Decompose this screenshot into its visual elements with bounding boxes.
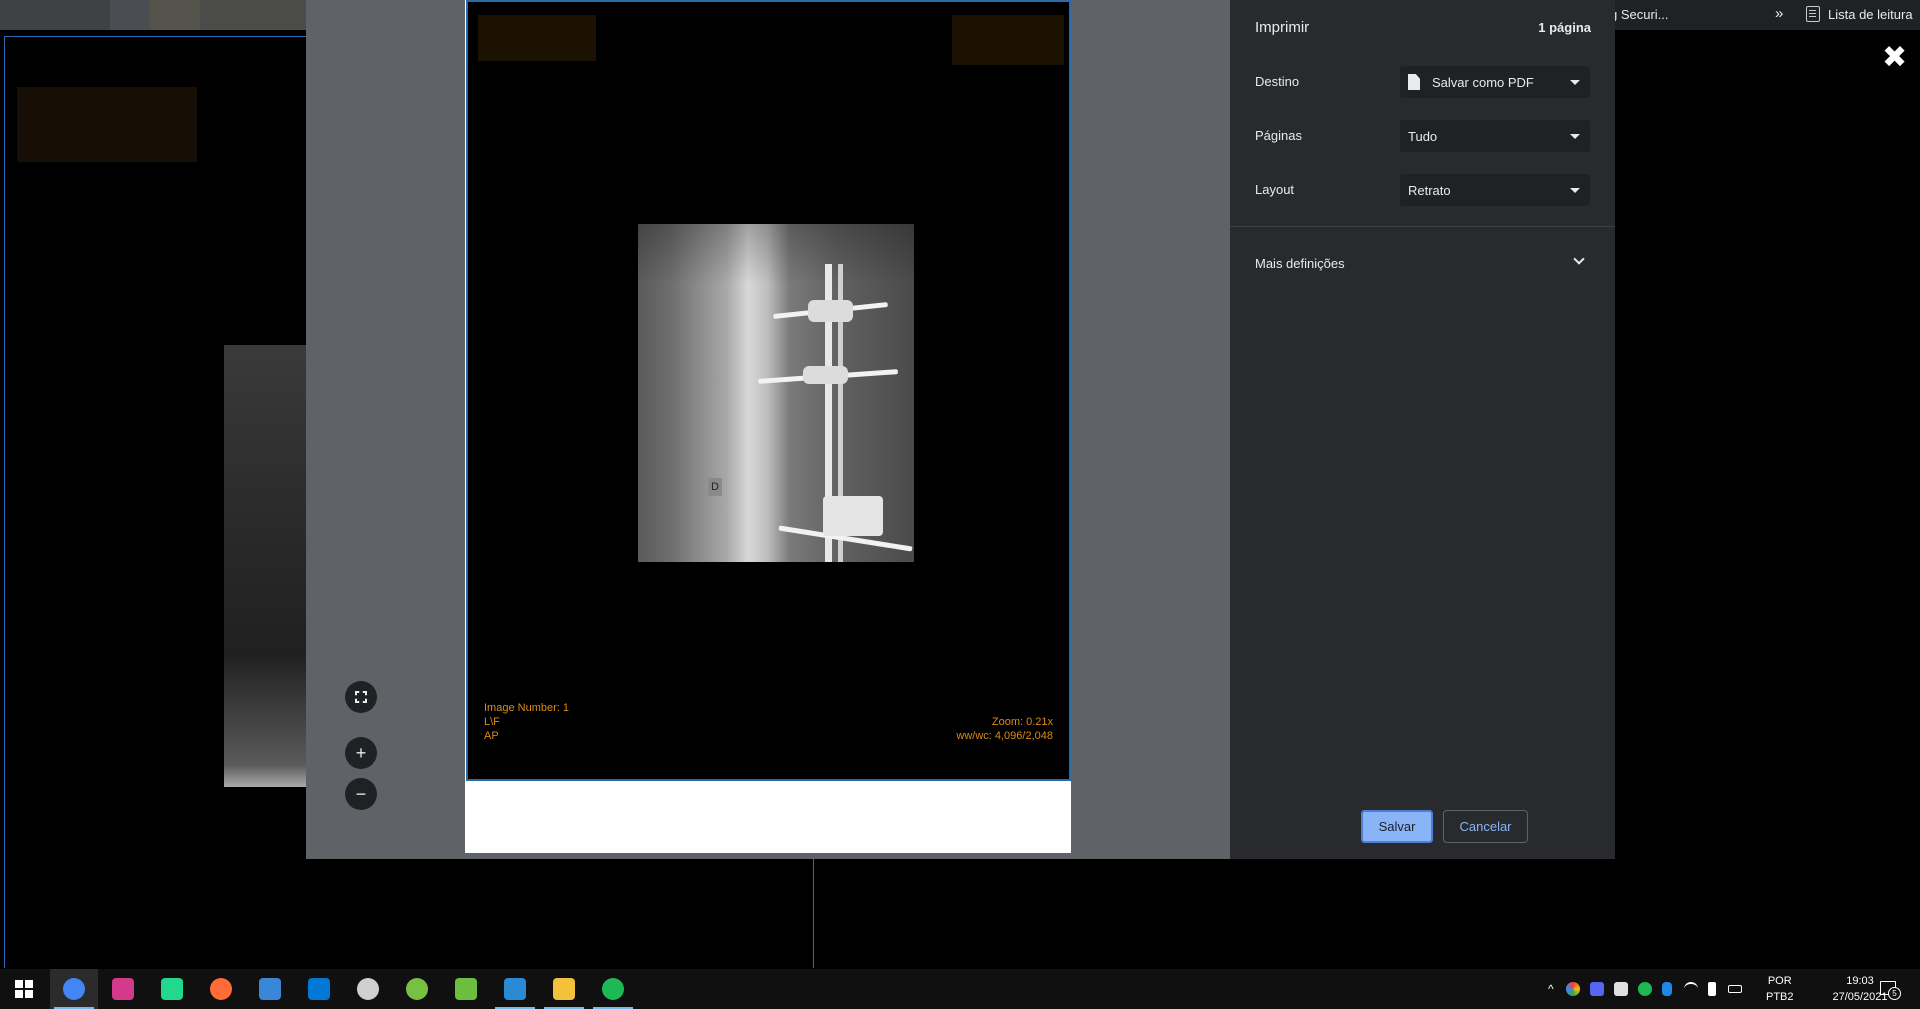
destination-value: Salvar como PDF (1432, 75, 1534, 90)
layout-select[interactable]: Retrato (1400, 174, 1590, 206)
taskbar-app-chrome[interactable] (50, 969, 98, 1009)
screen: g Securi... » Lista de leitura ✖ D Image… (0, 0, 1920, 1009)
taskbar-app-anydesk[interactable] (442, 969, 490, 1009)
windows-logo-icon (15, 980, 33, 998)
system-tray: ^ (1548, 969, 1742, 1009)
close-icon[interactable]: ✖ (1882, 43, 1907, 73)
tray-chevron-icon[interactable]: ^ (1548, 982, 1554, 996)
taskbar-app-postman[interactable] (197, 969, 245, 1009)
pages-row: Páginas Tudo (1255, 120, 1590, 152)
reading-list-link[interactable]: Lista de leitura (1828, 7, 1913, 22)
cancel-button[interactable]: Cancelar (1443, 810, 1528, 843)
battery-icon[interactable] (1727, 985, 1742, 993)
language-code: POR (1767, 975, 1792, 987)
file-explorer-icon (553, 978, 575, 1000)
more-settings-toggle[interactable]: Mais definições (1255, 256, 1345, 271)
taskbar-app-utorrent[interactable] (393, 969, 441, 1009)
spotify-tray-icon[interactable] (1637, 982, 1652, 996)
windows-taskbar: ^ POR PTB2 19:03 27/05/2021 5 (0, 969, 1920, 1009)
window-level-readout: ww/wc: 4,096/2,048 (956, 730, 1053, 742)
zoom-readout: Zoom: 0.21x (991, 716, 1053, 728)
print-dialog-title: Imprimir (1255, 19, 1310, 36)
overlay-info-right: Zoom: 0.21x ww/wc: 4,096/2,048 (956, 715, 1053, 743)
dropdown-arrow-icon (1570, 80, 1580, 85)
save-button[interactable]: Salvar (1361, 810, 1433, 843)
sidebar-divider (1230, 226, 1615, 227)
page-count: 1 página (1538, 20, 1591, 35)
keyboard-layout: PTB2 (1766, 991, 1794, 1003)
orientation-label: L\F (484, 716, 500, 728)
xray-side-marker: D (708, 478, 722, 496)
reading-list-icon[interactable] (1806, 6, 1820, 22)
tab-title-fragment[interactable]: g Securi... (1610, 7, 1669, 22)
pages-value: Tudo (1408, 129, 1438, 144)
minus-icon: − (355, 783, 367, 804)
notification-badge: 5 (1888, 987, 1901, 1000)
dropdown-arrow-icon (1570, 188, 1580, 193)
chevron-down-icon[interactable] (1573, 253, 1585, 265)
browser-bookmarks-bar: g Securi... » Lista de leitura (1610, 0, 1920, 30)
xray-image: D (638, 224, 914, 562)
chrome-icon (63, 978, 85, 1000)
ms-store-icon (308, 978, 330, 1000)
pages-select[interactable]: Tudo (1400, 120, 1590, 152)
volume-icon[interactable] (1707, 982, 1716, 996)
destination-label: Destino (1255, 74, 1300, 89)
image-number-label: Image Number: 1 (484, 702, 569, 714)
redacted-patient-info (17, 87, 197, 162)
document-icon (1408, 74, 1420, 90)
layout-label: Layout (1255, 182, 1295, 197)
intellij-icon (112, 978, 134, 1000)
zoom-in-button[interactable]: + (345, 737, 377, 769)
postman-icon (210, 978, 232, 1000)
anydesk-icon (455, 978, 477, 1000)
taskbar-app-obs[interactable] (344, 969, 392, 1009)
print-preview-area: D Image Number: 1 L\F AP Zoom: 0.21x ww/… (306, 0, 1230, 859)
print-dialog: D Image Number: 1 L\F AP Zoom: 0.21x ww/… (306, 0, 1615, 859)
docker-tray-icon[interactable] (1613, 982, 1628, 996)
destination-select[interactable]: Salvar como PDF (1400, 66, 1590, 98)
taskbar-app-intellij[interactable] (99, 969, 147, 1009)
taskbar-app-datagrip[interactable] (148, 969, 196, 1009)
plus-icon: + (355, 742, 367, 763)
pages-label: Páginas (1255, 128, 1302, 143)
viewport-divider (813, 858, 814, 968)
taskbar-app-spotify[interactable] (589, 969, 637, 1009)
background-tab-strip (0, 0, 306, 30)
destination-row: Destino Salvar como PDF (1255, 66, 1590, 98)
vscode-icon (504, 978, 526, 1000)
overlay-info-left: Image Number: 1 L\F AP (484, 701, 569, 743)
layout-row: Layout Retrato (1255, 174, 1590, 206)
obs-icon (357, 978, 379, 1000)
datagrip-icon (161, 978, 183, 1000)
taskbar-app-file-explorer[interactable] (540, 969, 588, 1009)
spotify-icon (602, 978, 624, 1000)
background-xray-image (224, 345, 306, 787)
redacted-header-left (478, 15, 596, 61)
taskbar-app-vscode[interactable] (491, 969, 539, 1009)
discord-tray-icon[interactable] (1589, 982, 1604, 996)
print-settings-sidebar: Imprimir 1 página Destino Salvar como PD… (1230, 0, 1615, 859)
fit-to-page-icon (355, 691, 367, 703)
remote-desktop-icon (259, 978, 281, 1000)
utorrent-icon (406, 978, 428, 1000)
redacted-header-right (952, 15, 1064, 65)
overflow-chevron-icon[interactable]: » (1775, 5, 1783, 22)
wifi-icon[interactable] (1683, 982, 1698, 996)
bluetooth-icon[interactable] (1661, 982, 1672, 996)
taskbar-app-remote-desktop[interactable] (246, 969, 294, 1009)
zoom-out-button[interactable]: − (345, 778, 377, 810)
preview-page-image: D Image Number: 1 L\F AP Zoom: 0.21x ww/… (466, 0, 1071, 781)
view-label: AP (484, 730, 499, 742)
layout-value: Retrato (1408, 183, 1451, 198)
start-button[interactable] (0, 969, 48, 1009)
fit-to-page-button[interactable] (345, 681, 377, 713)
input-language[interactable]: POR PTB2 (1766, 973, 1794, 1005)
dropdown-arrow-icon (1570, 134, 1580, 139)
taskbar-app-ms-store[interactable] (295, 969, 343, 1009)
color-tray-icon[interactable] (1565, 982, 1580, 996)
